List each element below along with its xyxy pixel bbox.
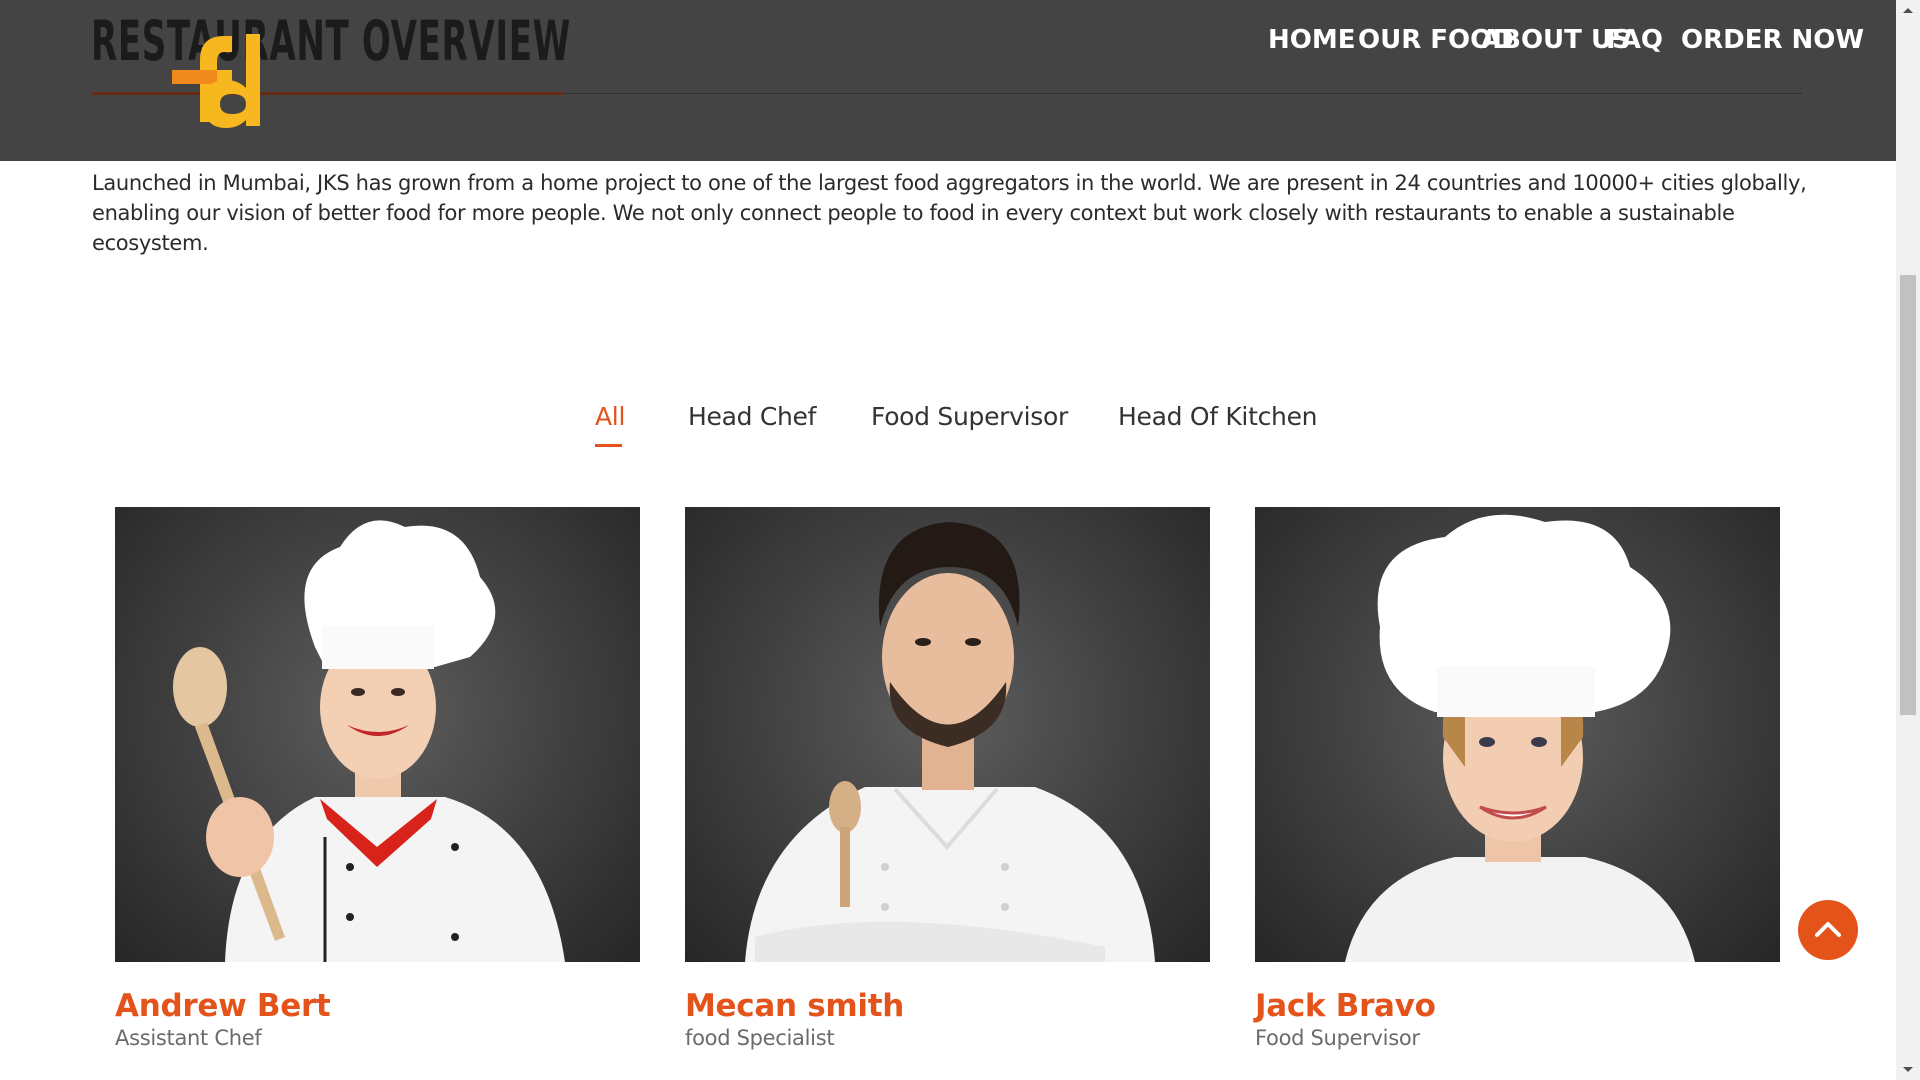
chef-photo [115,507,640,962]
chef-photo [685,507,1210,962]
scroll-down-arrow-icon[interactable] [1896,1060,1920,1080]
scroll-up-arrow-icon[interactable] [1896,0,1920,20]
nav-divider [565,93,1802,94]
nav-faq-label[interactable]: FAQ [1606,25,1663,55]
member-name[interactable]: Jack Bravo [1255,988,1780,1024]
page: RESTAURANT OVERVIEW HOME OUR FOOD ABOUT … [0,0,1920,1080]
chef-photo [1255,507,1780,962]
site-header: RESTAURANT OVERVIEW HOME OUR FOOD ABOUT … [0,0,1896,161]
member-role: Assistant Chef [115,1026,262,1050]
tab-head-of-kitchen[interactable]: Head Of Kitchen [1118,402,1318,431]
nav-order-now-label[interactable]: ORDER NOW [1681,25,1864,55]
nav-faq[interactable]: FAQ [1606,27,1663,61]
active-tab-indicator [595,444,622,447]
team-card[interactable]: Mecan smith food Specialist [685,507,1210,1052]
page-scrollbar[interactable] [1896,0,1920,1080]
tab-head-chef[interactable]: Head Chef [688,402,816,431]
tab-food-supervisor[interactable]: Food Supervisor [871,402,1068,431]
team-card[interactable]: Andrew Bert Assistant Chef [115,507,640,1052]
nav-home[interactable]: HOME [1268,27,1356,61]
team-card[interactable]: Jack Bravo Food Supervisor [1255,507,1780,1052]
nav-home-label[interactable]: HOME [1268,25,1356,55]
member-name[interactable]: Mecan smith [685,988,1210,1024]
tab-all[interactable]: All [595,402,625,431]
scrollbar-thumb[interactable] [1900,275,1916,715]
member-name[interactable]: Andrew Bert [115,988,640,1024]
nav-order-now[interactable]: ORDER NOW [1681,27,1864,61]
chevron-up-icon [1815,922,1841,937]
member-role: food Specialist [685,1026,835,1050]
team-filter-tabs: All Head Chef Food Supervisor Head Of Ki… [0,402,1896,452]
intro-paragraph: Launched in Mumbai, JKS has grown from a… [92,171,1807,255]
member-role: Food Supervisor [1255,1026,1420,1050]
site-logo[interactable] [160,22,265,132]
scroll-to-top-button[interactable] [1798,900,1858,960]
